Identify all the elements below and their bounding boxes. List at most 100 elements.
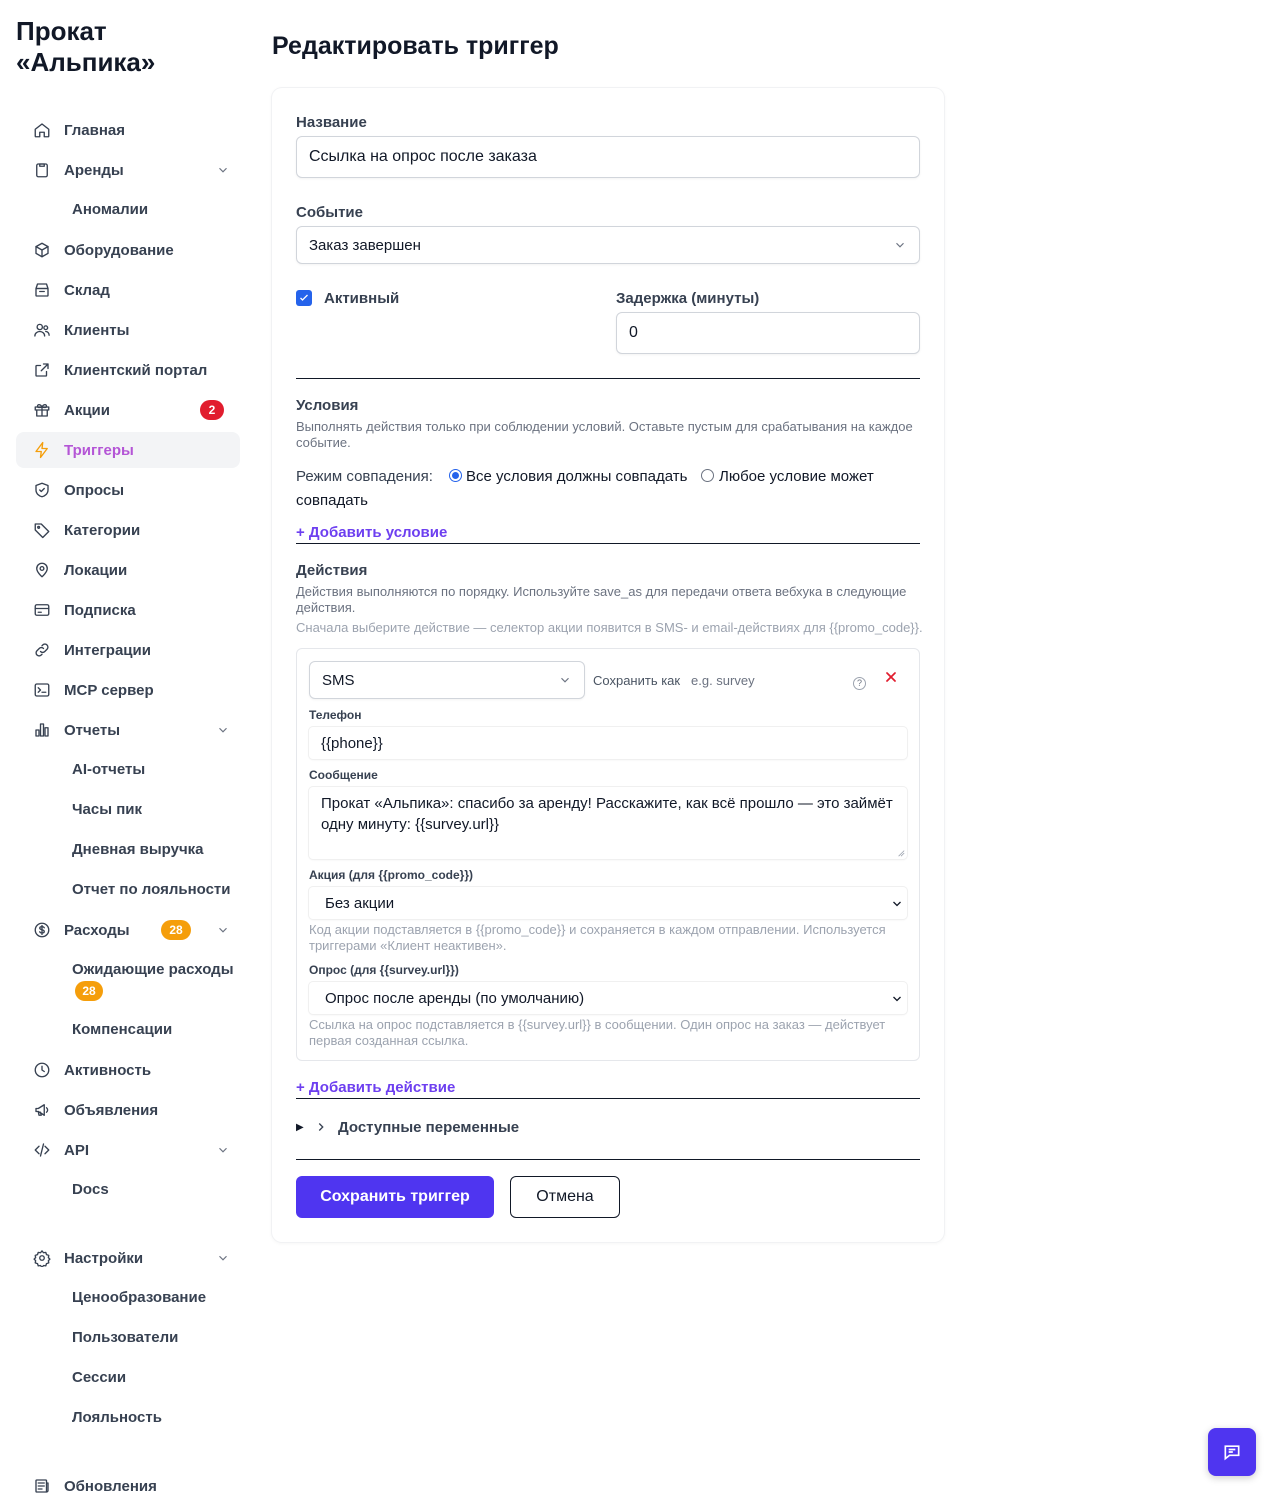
home-icon: [32, 120, 52, 140]
trigger-form-card: Название Ссылка на опрос после заказа Со…: [272, 88, 944, 1242]
divider: [296, 1098, 920, 1099]
sidebar-item-label: Склад: [64, 281, 110, 299]
sidebar-item-equipment[interactable]: Оборудование: [16, 232, 240, 268]
action-card: SMS Сохранить как e.g. survey ? Телефон …: [296, 648, 920, 1061]
save-trigger-button[interactable]: Сохранить триггер: [296, 1176, 494, 1218]
help-icon-glyph: ?: [856, 678, 862, 688]
message-line2: одну минуту: {{survey.url}}: [321, 816, 500, 833]
sidebar-subitem-compensations[interactable]: Компенсации: [72, 1021, 172, 1038]
sidebar-item-warehouse[interactable]: Склад: [16, 272, 240, 308]
sidebar-subitem-loyalty-report[interactable]: Отчет по лояльности: [72, 881, 231, 898]
sidebar-subitem-peak-hours[interactable]: Часы пик: [72, 801, 142, 818]
sidebar-subitem-users[interactable]: Пользователи: [72, 1329, 178, 1346]
sidebar-item-updates[interactable]: Обновления: [16, 1468, 240, 1500]
phone-input[interactable]: {{phone}}: [309, 727, 907, 759]
chevron-down-icon[interactable]: [216, 923, 230, 937]
survey-hint: Ссылка на опрос подставляется в {{survey…: [309, 1017, 909, 1049]
remove-action-icon[interactable]: [883, 669, 899, 685]
chevron-down-icon[interactable]: [216, 1251, 230, 1265]
sidebar-item-announcements[interactable]: Объявления: [16, 1092, 240, 1128]
message-textarea[interactable]: Прокат «Альпика»: спасибо за аренду! Рас…: [309, 787, 907, 859]
match-mode-label: Режим совпадения:: [296, 468, 433, 485]
sidebar-item-surveys[interactable]: Опросы: [16, 472, 240, 508]
sidebar-item-label: Настройки: [64, 1249, 144, 1267]
name-input[interactable]: Ссылка на опрос после заказа: [296, 136, 920, 178]
sidebar-item-rentals[interactable]: Аренды: [16, 152, 240, 188]
chevron-right-icon: [318, 1123, 324, 1131]
active-checkbox[interactable]: [296, 290, 312, 306]
event-select-value: Заказ завершен: [309, 236, 421, 254]
sidebar-item-locations[interactable]: Локации: [16, 552, 240, 588]
divider: [296, 378, 920, 379]
sidebar-item-integrations[interactable]: Интеграции: [16, 632, 240, 668]
brand-line1: Прокат: [16, 16, 107, 46]
sidebar-subitem-pricing[interactable]: Ценообразование: [72, 1289, 206, 1306]
match-all-label: Все условия должны совпадать: [466, 468, 688, 485]
shield-icon: [32, 480, 52, 500]
sidebar-item-api[interactable]: API: [16, 1132, 240, 1168]
sidebar-item-mcp-server[interactable]: MCP сервер: [16, 672, 240, 708]
newspaper-icon: [32, 1476, 52, 1496]
sidebar-item-label: Акции: [64, 401, 111, 419]
dollar-icon: [32, 920, 52, 940]
sidebar-item-label: Объявления: [64, 1101, 159, 1119]
save-as-label: Сохранить как: [593, 673, 681, 688]
variables-disclosure[interactable]: ▶ Доступные переменные: [296, 1117, 696, 1137]
active-label: Активный: [324, 290, 400, 307]
delay-label: Задержка (минуты): [616, 290, 760, 307]
actions-hint: Сначала выберите действие — селектор акц…: [296, 620, 923, 635]
sidebar-subitem-anomalies[interactable]: Аномалии: [72, 201, 148, 218]
sidebar-item-label: Главная: [64, 121, 126, 139]
sidebar-item-client-portal[interactable]: Клиентский портал: [16, 352, 240, 388]
sidebar-item-settings[interactable]: Настройки: [16, 1240, 240, 1276]
chevron-down-icon[interactable]: [216, 723, 230, 737]
sidebar-item-triggers[interactable]: Триггеры: [16, 432, 240, 468]
sidebar-subitem-pending-expenses[interactable]: Ожидающие расходы: [72, 961, 234, 978]
sidebar-item-label: Триггеры: [64, 441, 134, 459]
sidebar-subitem-docs[interactable]: Docs: [72, 1181, 109, 1198]
sidebar-item-expenses[interactable]: Расходы 28: [16, 912, 240, 948]
match-any-radio[interactable]: [701, 469, 714, 482]
match-any-label-continued: совпадать: [296, 492, 368, 509]
credit-card-icon: [32, 600, 52, 620]
sidebar-item-label: Опросы: [64, 481, 125, 499]
cancel-button[interactable]: Отмена: [510, 1176, 620, 1218]
sidebar-item-label: MCP сервер: [64, 681, 154, 699]
event-label: Событие: [296, 204, 363, 221]
variables-label: Доступные переменные: [338, 1118, 520, 1136]
chat-button[interactable]: [1208, 1428, 1256, 1476]
sidebar-item-activity[interactable]: Активность: [16, 1052, 240, 1088]
sidebar-item-reports[interactable]: Отчеты: [16, 712, 240, 748]
tag-icon: [32, 520, 52, 540]
event-select[interactable]: Заказ завершен: [296, 226, 920, 264]
survey-select[interactable]: Опрос после аренды (по умолчанию): [309, 982, 907, 1014]
sidebar-item-subscription[interactable]: Подписка: [16, 592, 240, 628]
megaphone-icon: [32, 1100, 52, 1120]
delay-input[interactable]: 0: [616, 312, 920, 354]
notification-badge: 2: [200, 400, 224, 420]
add-condition-button[interactable]: + Добавить условие: [296, 524, 447, 541]
sidebar-item-clients[interactable]: Клиенты: [16, 312, 240, 348]
action-type-select[interactable]: SMS: [309, 661, 585, 699]
sidebar-subitem-ai-reports[interactable]: AI-отчеты: [72, 761, 145, 778]
divider: [296, 543, 920, 544]
sidebar-subitem-sessions[interactable]: Сессии: [72, 1369, 126, 1386]
sidebar-item-categories[interactable]: Категории: [16, 512, 240, 548]
external-link-icon: [32, 360, 52, 380]
chevron-down-icon[interactable]: [216, 1143, 230, 1157]
sidebar-item-home[interactable]: Главная: [16, 112, 240, 148]
sidebar-subitem-daily-revenue[interactable]: Дневная выручка: [72, 841, 204, 858]
sidebar-item-promotions[interactable]: Акции 2: [16, 392, 240, 428]
help-icon[interactable]: ?: [853, 677, 866, 690]
resize-handle-icon[interactable]: [897, 849, 905, 857]
add-action-button[interactable]: + Добавить действие: [296, 1079, 455, 1096]
brand-logo[interactable]: Прокат «Альпика»: [16, 16, 216, 78]
promo-select[interactable]: Без акции: [309, 887, 907, 919]
sidebar-item-label: Локации: [64, 561, 128, 579]
match-all-radio[interactable]: [449, 469, 462, 482]
divider: [296, 1159, 920, 1160]
sidebar-subitem-loyalty[interactable]: Лояльность: [72, 1409, 162, 1426]
sidebar-item-label: Обновления: [64, 1477, 157, 1495]
save-as-input[interactable]: e.g. survey: [691, 673, 755, 688]
chevron-down-icon[interactable]: [216, 163, 230, 177]
